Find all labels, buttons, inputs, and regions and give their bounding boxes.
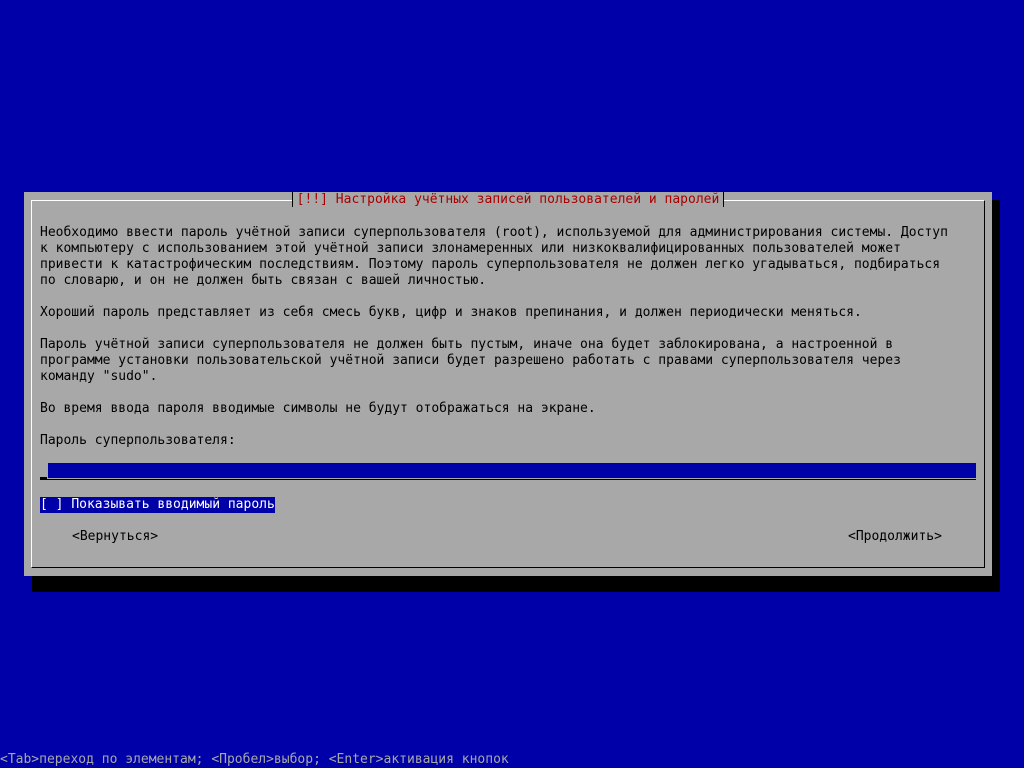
dialog-title-bar: [!!] Настройка учётных записей пользоват…: [32, 192, 984, 208]
continue-button[interactable]: <Продолжить>: [848, 529, 942, 545]
keyboard-hint: <Tab>переход по элементам; <Пробел>выбор…: [0, 752, 509, 767]
dialog-title: [!!] Настройка учётных записей пользоват…: [291, 192, 725, 207]
hidden-input-note: Во время ввода пароля вводимые символы н…: [40, 401, 596, 416]
password-input[interactable]: [48, 463, 976, 478]
root-password-description: Необходимо ввести пароль учётной записи …: [40, 225, 948, 288]
good-password-hint: Хороший пароль представляет из себя смес…: [40, 305, 862, 320]
text-cursor: [40, 463, 47, 479]
checkbox-box: [ ]: [40, 497, 64, 512]
password-field[interactable]: [40, 463, 976, 480]
checkbox-label: Показывать вводимый пароль: [71, 497, 275, 512]
password-label: Пароль суперпользователя:: [40, 433, 236, 448]
empty-password-note: Пароль учётной записи суперпользователя …: [40, 337, 901, 384]
password-dialog: [!!] Настройка учётных записей пользоват…: [24, 192, 992, 576]
show-password-checkbox[interactable]: [ ] Показывать вводимый пароль: [40, 497, 275, 513]
back-button[interactable]: <Вернуться>: [72, 529, 158, 545]
